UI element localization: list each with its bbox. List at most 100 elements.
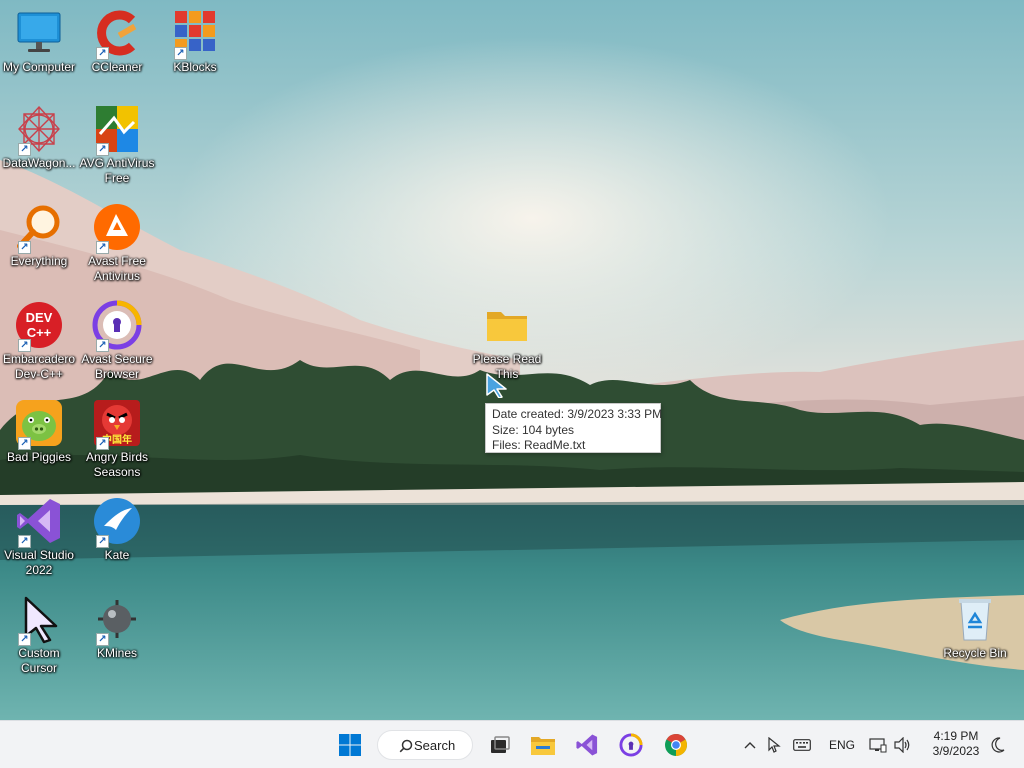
desktop-icon-kmines[interactable]: ↗ KMines (78, 594, 156, 661)
desktop-icon-everything[interactable]: ↗ Everything (0, 202, 78, 269)
chrome-icon (665, 734, 687, 756)
bad-piggies-icon: ↗ (14, 398, 64, 450)
network-icon (869, 738, 887, 753)
input-language-indicator[interactable]: ENG (829, 738, 855, 752)
visual-studio-icon (576, 734, 598, 756)
shortcut-arrow-icon: ↗ (96, 437, 109, 450)
shortcut-arrow-icon: ↗ (18, 241, 31, 254)
moon-icon (991, 737, 1005, 753)
ccleaner-icon: ↗ (92, 8, 142, 60)
devcpp-icon: DEV C++ ↗ (14, 300, 64, 352)
task-view-button[interactable] (484, 729, 516, 761)
shortcut-arrow-icon: ↗ (174, 47, 187, 60)
taskbar: Search ENG 4:19 PM 3/9/2023 (0, 720, 1024, 768)
network-button[interactable] (868, 729, 888, 761)
desktop-icon-kblocks[interactable]: ↗ KBlocks (156, 8, 234, 75)
shortcut-arrow-icon: ↗ (96, 47, 109, 60)
svg-text:C++: C++ (27, 325, 52, 340)
shortcut-arrow-icon: ↗ (96, 241, 109, 254)
desktop-icon-avast-free-antivirus[interactable]: ↗ Avast Free Antivirus (78, 202, 156, 284)
desktop-icon-bad-piggies[interactable]: ↗ Bad Piggies (0, 398, 78, 465)
avg-icon: ↗ (92, 104, 142, 156)
folder-info-tooltip: Date created: 3/9/2023 3:33 PM Size: 104… (485, 403, 663, 453)
volume-button[interactable] (892, 729, 914, 761)
icon-label: DataWagon... (2, 156, 76, 170)
kate-icon: ↗ (92, 496, 142, 548)
shortcut-arrow-icon: ↗ (18, 143, 31, 156)
desktop-icon-ccleaner[interactable]: ↗ CCleaner (78, 8, 156, 75)
shortcut-arrow-icon: ↗ (96, 535, 109, 548)
tooltip-date-created: Date created: 3/9/2023 3:33 PM (492, 407, 663, 421)
shortcut-arrow-icon: ↗ (18, 437, 31, 450)
avast-browser-icon (619, 733, 643, 757)
shortcut-arrow-icon: ↗ (18, 633, 31, 646)
cursor-arrow-icon: ↗ (14, 594, 64, 646)
folder-icon (531, 737, 555, 755)
icon-label: CCleaner (91, 60, 143, 74)
shortcut-arrow-icon: ↗ (96, 143, 109, 156)
icon-label: Custom Cursor (18, 646, 60, 675)
datawagon-icon: ↗ (14, 104, 64, 156)
file-explorer-taskbar-button[interactable] (527, 729, 559, 761)
kblocks-icon: ↗ (170, 8, 220, 60)
desktop-icon-please-read-this-folder[interactable]: Please Read This (468, 300, 546, 382)
taskbar-search-box[interactable]: Search (377, 730, 473, 760)
icon-label: Visual Studio 2022 (4, 548, 74, 577)
pen-tray-button[interactable] (765, 729, 783, 761)
touch-keyboard-button[interactable] (792, 729, 812, 761)
visual-studio-taskbar-button[interactable] (571, 729, 603, 761)
icon-label: Recycle Bin (943, 646, 1007, 660)
angry-birds-icon: 中国年 ↗ (92, 398, 142, 450)
mouse-pointer-icon (484, 372, 510, 399)
recycle-bin-icon (950, 594, 1000, 644)
desktop-icon-kate[interactable]: ↗ Kate (78, 496, 156, 563)
avast-icon: ↗ (92, 202, 142, 254)
desktop-icon-my-computer[interactable]: My Computer (0, 8, 78, 75)
clock-time: 4:19 PM (933, 729, 979, 743)
desktop-icon-recycle-bin[interactable]: Recycle Bin (936, 594, 1014, 661)
magnifier-icon: ↗ (14, 202, 64, 254)
icon-label: Embarcadero Dev-C++ (2, 352, 76, 381)
icon-label: KMines (96, 646, 137, 660)
search-icon (399, 739, 413, 753)
pointer-tray-icon (768, 737, 781, 753)
chrome-taskbar-button[interactable] (660, 729, 692, 761)
desktop-icon-avast-secure-browser[interactable]: ↗ Avast Secure Browser (78, 300, 156, 382)
folder-icon (482, 300, 532, 350)
icon-label: Kate (104, 548, 130, 562)
icon-label: Avast Free Antivirus (88, 254, 146, 283)
keyboard-icon (793, 739, 811, 751)
icon-label: Everything (10, 254, 68, 268)
start-button[interactable] (334, 729, 366, 761)
task-view-icon (491, 736, 510, 753)
avast-browser-taskbar-button[interactable] (615, 729, 647, 761)
shortcut-arrow-icon: ↗ (18, 535, 31, 548)
taskbar-clock[interactable]: 4:19 PM 3/9/2023 (920, 729, 992, 759)
icon-label: Bad Piggies (6, 450, 72, 464)
search-label: Search (414, 737, 456, 753)
icon-label: AVG AntiVirus Free (79, 156, 155, 185)
monitor-icon (14, 8, 64, 58)
tooltip-size: Size: 104 bytes (492, 422, 575, 437)
shortcut-arrow-icon: ↗ (96, 339, 109, 352)
desktop-icon-embarcadero-devcpp[interactable]: DEV C++ ↗ Embarcadero Dev-C++ (0, 300, 78, 382)
desktop-icon-avg-antivirus[interactable]: ↗ AVG AntiVirus Free (78, 104, 156, 186)
notifications-button[interactable] (988, 729, 1008, 761)
desktop-icon-visual-studio-2022[interactable]: ↗ Visual Studio 2022 (0, 496, 78, 578)
visual-studio-icon: ↗ (14, 496, 64, 548)
icon-label: KBlocks (173, 60, 217, 74)
chevron-up-icon (744, 742, 756, 749)
shortcut-arrow-icon: ↗ (18, 339, 31, 352)
desktop-icon-datawagon[interactable]: ↗ DataWagon... (0, 104, 78, 171)
mine-icon: ↗ (92, 594, 142, 646)
icon-label: My Computer (2, 60, 76, 74)
shortcut-arrow-icon: ↗ (96, 633, 109, 646)
clock-date: 3/9/2023 (932, 744, 980, 758)
windows-logo-icon (339, 734, 361, 756)
tooltip-files: Files: ReadMe.txt (492, 438, 586, 452)
desktop-icon-angry-birds-seasons[interactable]: 中国年 ↗ Angry Birds Seasons (78, 398, 156, 480)
desktop-icon-custom-cursor[interactable]: ↗ Custom Cursor (0, 594, 78, 676)
show-hidden-icons-button[interactable] (742, 729, 758, 761)
speaker-icon (894, 737, 910, 753)
icon-label: Avast Secure Browser (81, 352, 153, 381)
